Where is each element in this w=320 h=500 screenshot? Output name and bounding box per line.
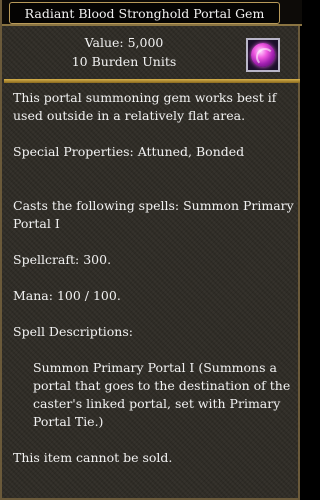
portal-gem-icon bbox=[246, 38, 280, 72]
gem-swirl bbox=[256, 48, 274, 66]
special-properties: Special Properties: Attuned, Bonded bbox=[13, 144, 245, 159]
item-burden: 10 Burden Units bbox=[71, 54, 177, 69]
item-header: Value: 5,000 10 Burden Units bbox=[4, 28, 300, 78]
item-value: Value: 5,000 bbox=[84, 35, 164, 50]
item-description: This portal summoning gem works best if … bbox=[13, 90, 277, 123]
casts-spells: Casts the following spells: Summon Prima… bbox=[13, 198, 294, 231]
title-plate: Radiant Blood Stronghold Portal Gem bbox=[9, 2, 280, 24]
title-bar: Radiant Blood Stronghold Portal Gem bbox=[2, 0, 302, 26]
spell-description: Summon Primary Portal I (Summons a porta… bbox=[33, 360, 291, 429]
sell-note: This item cannot be sold. bbox=[13, 450, 173, 465]
spell-descriptions-heading: Spell Descriptions: bbox=[13, 324, 133, 339]
header-divider bbox=[4, 79, 300, 83]
item-title: Radiant Blood Stronghold Portal Gem bbox=[24, 6, 265, 21]
item-info-panel: Radiant Blood Stronghold Portal Gem Valu… bbox=[0, 0, 302, 500]
spellcraft: Spellcraft: 300. bbox=[13, 252, 112, 267]
item-description-area: This portal summoning gem works best if … bbox=[13, 89, 295, 467]
mana: Mana: 100 / 100. bbox=[13, 288, 121, 303]
